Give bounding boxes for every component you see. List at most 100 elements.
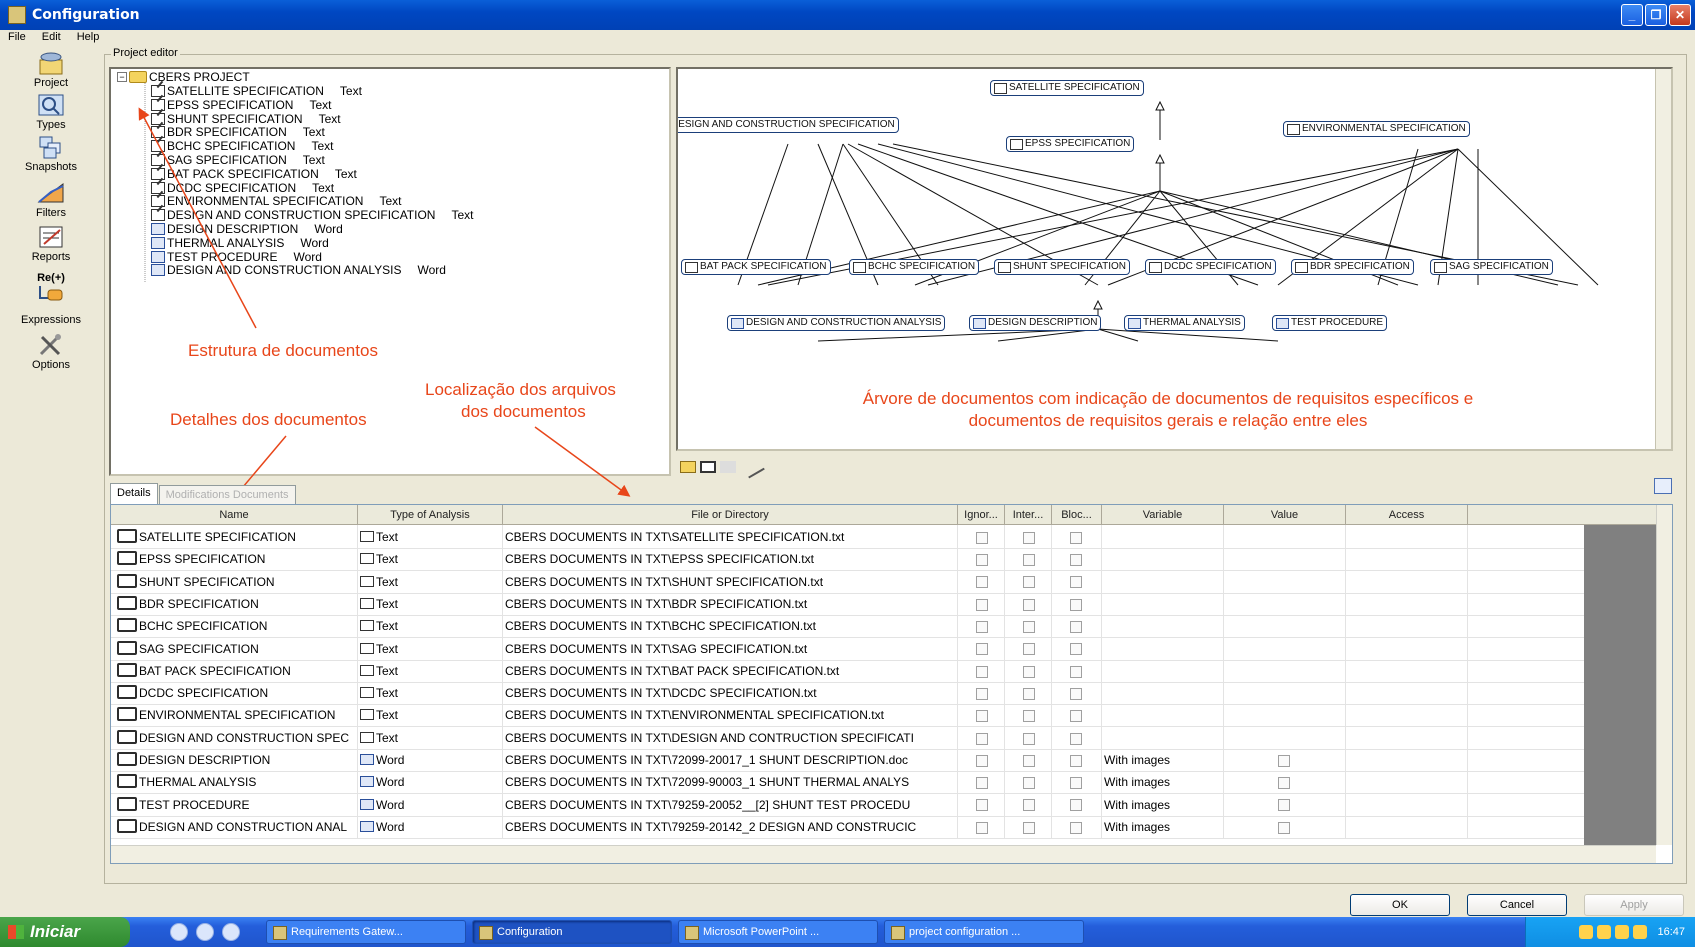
edge-tool-icon[interactable] — [741, 455, 765, 479]
ignore-checkbox[interactable] — [976, 687, 988, 700]
block-checkbox[interactable] — [1070, 576, 1082, 589]
tab-modifications[interactable]: Modifications Documents — [158, 485, 296, 504]
interrupt-checkbox[interactable] — [1023, 643, 1035, 656]
column-header[interactable]: Value — [1224, 505, 1346, 525]
task-powerpoint[interactable]: Microsoft PowerPoint ... — [678, 920, 878, 944]
ignore-checkbox[interactable] — [976, 665, 988, 678]
interrupt-checkbox[interactable] — [1023, 665, 1035, 678]
cell-type[interactable]: Text — [358, 525, 503, 549]
cell-file[interactable]: CBERS DOCUMENTS IN TXT\DESIGN AND CONTRU… — [503, 725, 958, 750]
cell-access[interactable] — [1346, 569, 1468, 594]
interrupt-checkbox[interactable] — [1023, 777, 1035, 790]
interrupt-checkbox[interactable] — [1023, 687, 1035, 700]
column-header[interactable]: Type of Analysis — [358, 505, 503, 525]
cell-variable[interactable] — [1102, 569, 1224, 594]
ignore-checkbox[interactable] — [976, 777, 988, 790]
cell-file[interactable]: CBERS DOCUMENTS IN TXT\BAT PACK SPECIFIC… — [503, 658, 958, 683]
block-checkbox[interactable] — [1070, 665, 1082, 678]
table-row[interactable]: SATELLITE SPECIFICATION Text CBERS DOCUMEN… — [111, 525, 1584, 549]
cell-type[interactable]: Text — [358, 614, 503, 639]
cell-access[interactable] — [1346, 814, 1468, 839]
task-requirements-gateway[interactable]: Requirements Gatew... — [266, 920, 466, 944]
folder-icon[interactable] — [680, 461, 696, 473]
table-row[interactable]: BDR SPECIFICATION Text CBERS DOCUMENTS IN … — [111, 591, 1584, 616]
column-header[interactable]: Bloc... — [1052, 505, 1102, 525]
table-row[interactable]: DESIGN DESCRIPTION Word CBERS DOCUMENTS IN… — [111, 748, 1584, 772]
cell-variable[interactable]: With images — [1102, 814, 1224, 839]
cell-access[interactable] — [1346, 614, 1468, 639]
cell-file[interactable]: CBERS DOCUMENTS IN TXT\DCDC SPECIFICATIO… — [503, 681, 958, 706]
table-row[interactable]: DCDC SPECIFICATION Text CBERS DOCUMENTS IN… — [111, 681, 1584, 706]
block-checkbox[interactable] — [1070, 799, 1082, 812]
cell-variable[interactable]: With images — [1102, 748, 1224, 772]
table-row[interactable]: TEST PROCEDURE Word CBERS DOCUMENTS IN TXT… — [111, 792, 1584, 817]
cell-access[interactable] — [1346, 725, 1468, 750]
cell-access[interactable] — [1346, 681, 1468, 706]
cell-access[interactable] — [1346, 658, 1468, 683]
media-icon[interactable] — [222, 923, 240, 941]
cell-access[interactable] — [1346, 525, 1468, 549]
tray-icon[interactable] — [1597, 925, 1612, 939]
ok-button[interactable]: OK — [1350, 894, 1450, 916]
interrupt-checkbox[interactable] — [1023, 576, 1035, 589]
cell-file[interactable]: CBERS DOCUMENTS IN TXT\72099-20017_1 SHU… — [503, 748, 958, 772]
cell-access[interactable] — [1346, 748, 1468, 772]
cell-file[interactable]: CBERS DOCUMENTS IN TXT\SATELLITE SPECIFI… — [503, 525, 958, 549]
cell-variable[interactable] — [1102, 703, 1224, 728]
cell-type[interactable]: Word — [358, 748, 503, 772]
interrupt-checkbox[interactable] — [1023, 732, 1035, 745]
column-header[interactable]: Inter... — [1005, 505, 1052, 525]
ignore-checkbox[interactable] — [976, 554, 988, 567]
cell-access[interactable] — [1346, 591, 1468, 616]
table-row[interactable]: SHUNT SPECIFICATION Text CBERS DOCUMENTS I… — [111, 569, 1584, 594]
cell-file[interactable]: CBERS DOCUMENTS IN TXT\79259-20052__[2] … — [503, 792, 958, 817]
interrupt-checkbox[interactable] — [1023, 821, 1035, 834]
graph-node-design-construction[interactable]: DESIGN AND CONSTRUCTION SPECIFICATION — [678, 117, 899, 133]
interrupt-checkbox[interactable] — [1023, 531, 1035, 544]
ie-icon[interactable] — [170, 923, 188, 941]
table-row[interactable]: DESIGN AND CONSTRUCTION ANAL Word CBERS DO… — [111, 814, 1584, 839]
cell-access[interactable] — [1346, 792, 1468, 817]
cell-access[interactable] — [1346, 547, 1468, 572]
book-icon[interactable] — [700, 461, 716, 473]
graph-node-bchc[interactable]: BCHC SPECIFICATION — [849, 259, 980, 275]
cell-variable[interactable] — [1102, 725, 1224, 750]
interrupt-checkbox[interactable] — [1023, 710, 1035, 723]
cell-type[interactable]: Text — [358, 636, 503, 661]
interrupt-checkbox[interactable] — [1023, 598, 1035, 611]
cell-file[interactable]: CBERS DOCUMENTS IN TXT\BDR SPECIFICATION… — [503, 591, 958, 616]
graph-node-bdr[interactable]: BDR SPECIFICATION — [1291, 259, 1414, 275]
cell-type[interactable]: Text — [358, 681, 503, 706]
graph-node-satellite[interactable]: SATELLITE SPECIFICATION — [990, 80, 1144, 96]
block-checkbox[interactable] — [1070, 821, 1082, 834]
cell-type[interactable]: Text — [358, 591, 503, 616]
table-row[interactable]: EPSS SPECIFICATION Text CBERS DOCUMENTS IN… — [111, 547, 1584, 572]
block-checkbox[interactable] — [1070, 554, 1082, 567]
cell-access[interactable] — [1346, 636, 1468, 661]
ignore-checkbox[interactable] — [976, 821, 988, 834]
interrupt-checkbox[interactable] — [1023, 799, 1035, 812]
ignore-checkbox[interactable] — [976, 732, 988, 745]
block-checkbox[interactable] — [1070, 710, 1082, 723]
cell-type[interactable]: Text — [358, 658, 503, 683]
graph-scrollbar[interactable] — [1655, 69, 1671, 449]
graph-node-dc-analysis[interactable]: DESIGN AND CONSTRUCTION ANALYSIS — [727, 315, 946, 331]
cell-variable[interactable] — [1102, 547, 1224, 572]
panel-toggle-icon[interactable] — [1654, 478, 1672, 494]
tray-icon[interactable] — [1615, 925, 1630, 939]
column-header[interactable]: Access — [1346, 505, 1468, 525]
graph-node-epss[interactable]: EPSS SPECIFICATION — [1006, 136, 1135, 152]
graph-node-bat-pack[interactable]: BAT PACK SPECIFICATION — [681, 259, 831, 275]
column-header[interactable]: Ignor... — [958, 505, 1005, 525]
task-configuration[interactable]: Configuration — [472, 920, 672, 944]
ignore-checkbox[interactable] — [976, 643, 988, 656]
interrupt-checkbox[interactable] — [1023, 554, 1035, 567]
table-row[interactable]: ENVIRONMENTAL SPECIFICATION Text CBERS DOC… — [111, 703, 1584, 728]
start-button[interactable]: Iniciar — [0, 917, 130, 947]
ignore-checkbox[interactable] — [976, 754, 988, 767]
graph-node-thermal[interactable]: THERMAL ANALYSIS — [1124, 315, 1245, 331]
cell-variable[interactable] — [1102, 658, 1224, 683]
cell-type[interactable]: Word — [358, 792, 503, 817]
ignore-checkbox[interactable] — [976, 799, 988, 812]
tab-details[interactable]: Details — [110, 483, 158, 504]
